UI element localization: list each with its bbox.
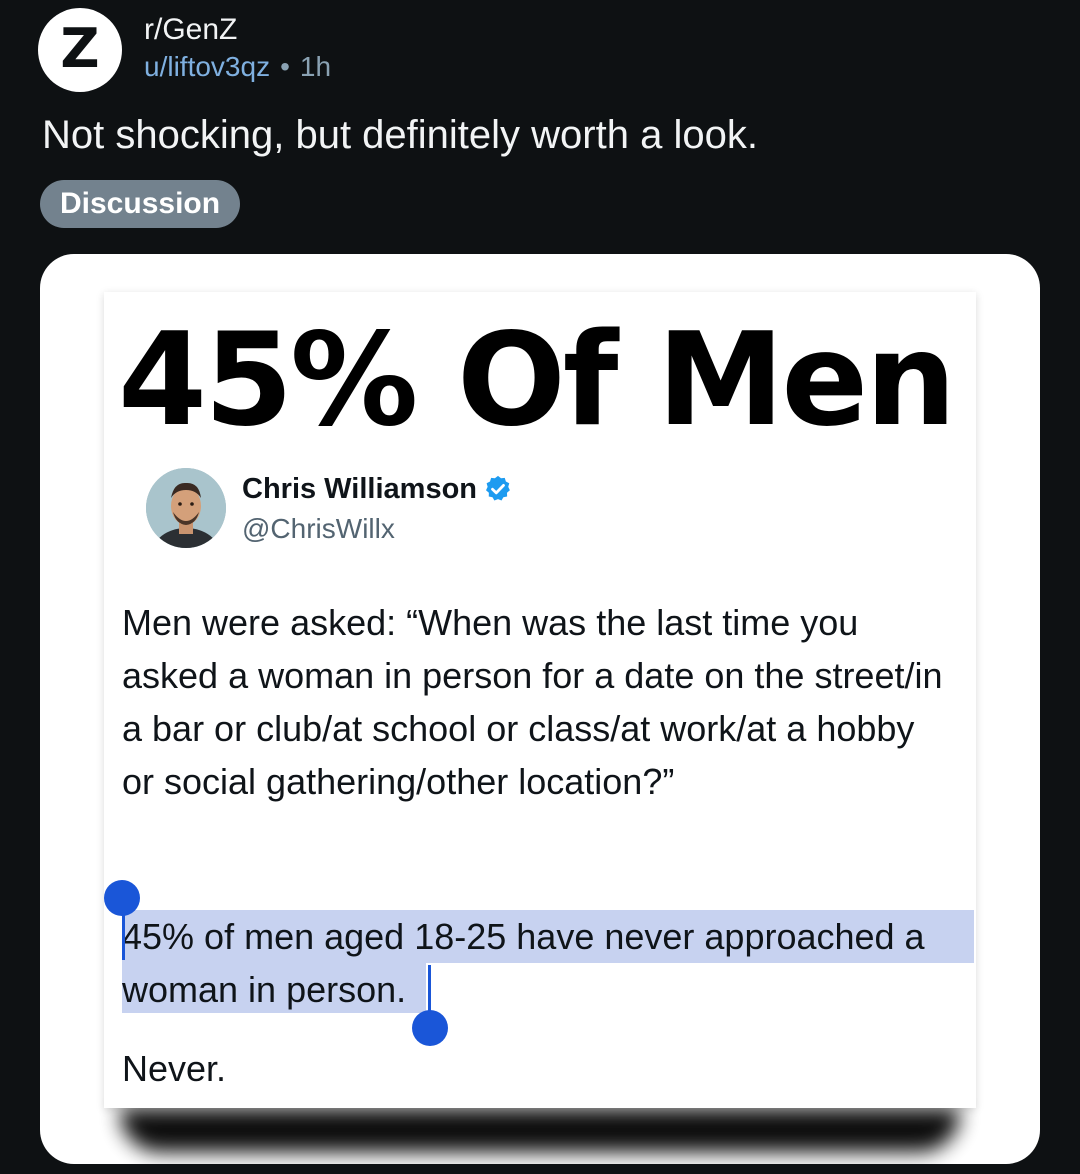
subreddit-name[interactable]: r/GenZ xyxy=(144,12,237,48)
subreddit-avatar-letter: Z xyxy=(60,17,100,80)
selection-start-caret xyxy=(122,914,125,960)
post-age: 1h xyxy=(299,51,332,82)
meta-separator: • xyxy=(280,51,290,82)
selection-end-handle[interactable] xyxy=(412,1010,448,1046)
card-shadow xyxy=(120,1108,960,1152)
tweet-author-handle: @ChrisWillx xyxy=(242,513,395,544)
selection-end-caret xyxy=(428,965,431,1015)
avatar-portrait-icon xyxy=(146,468,226,548)
post-meta: u/liftov3qz • 1h xyxy=(144,50,331,84)
author-link[interactable]: u/liftov3qz xyxy=(144,51,270,82)
flair-badge[interactable]: Discussion xyxy=(40,180,241,228)
tweet-screenshot: 45% Of Men Chris Williamson @ChrisWillx … xyxy=(104,292,976,1108)
verified-badge-icon xyxy=(486,475,510,501)
post-image[interactable]: 45% Of Men Chris Williamson @ChrisWillx … xyxy=(40,254,1040,1164)
selection-start-handle[interactable] xyxy=(104,880,140,916)
subreddit-avatar[interactable]: Z xyxy=(38,8,122,92)
tweet-author-name: Chris Williamson xyxy=(242,472,513,506)
post-header: Z r/GenZ u/liftov3qz • 1h Not shocking, bu… xyxy=(0,0,1080,252)
tweet-author-avatar xyxy=(146,468,226,548)
post-title[interactable]: Not shocking, but definitely worth a loo… xyxy=(42,110,758,160)
tweet-author-name-text: Chris Williamson xyxy=(242,473,478,505)
highlighted-sentence: 45% of men aged 18-25 have never approac… xyxy=(122,916,925,1010)
tweet-body: Men were asked: “When was the last time … xyxy=(122,602,943,802)
tweet-closing-line: Never. xyxy=(122,1048,227,1089)
image-headline: 45% Of Men xyxy=(118,306,956,455)
